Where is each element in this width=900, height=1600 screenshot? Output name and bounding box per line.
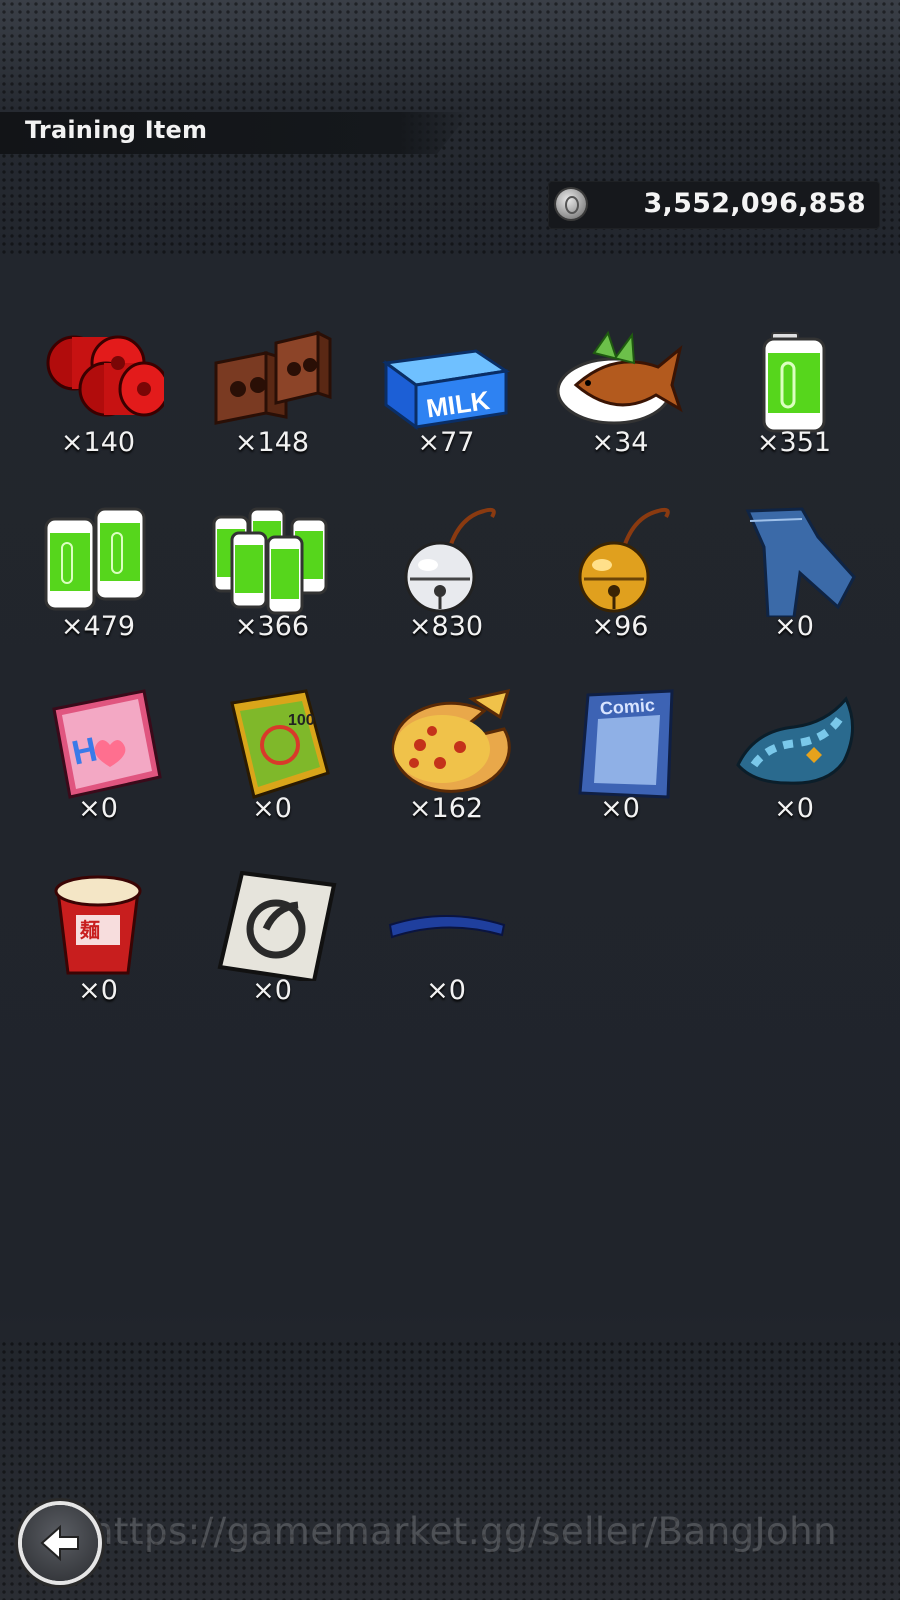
bottom-pattern (0, 1340, 900, 1600)
blue-headband-icon (388, 915, 506, 939)
gold-bell-icon (578, 507, 670, 613)
item-count: ×0 (774, 793, 814, 824)
svg-text:麺: 麺 (79, 918, 100, 942)
item-grilled-fish[interactable]: ×34 (540, 313, 700, 473)
back-button[interactable] (22, 1505, 98, 1581)
milk-carton-icon: MILK (382, 349, 511, 430)
item-count: ×0 (78, 975, 118, 1006)
watermark: https://gamemarket.gg/seller/BangJohn (90, 1510, 838, 1553)
item-count: ×96 (591, 611, 649, 642)
item-count: ×0 (252, 793, 292, 824)
zeni-coin-icon (556, 189, 586, 219)
item-count: ×0 (774, 611, 814, 642)
item-count: ×148 (234, 427, 310, 458)
svg-text:Comic: Comic (599, 695, 655, 719)
symbol-card-icon (217, 871, 337, 981)
item-count: ×366 (234, 611, 310, 642)
zeni-balance: 3,552,096,858 (548, 181, 880, 229)
item-count: ×0 (252, 975, 292, 1006)
item-battery-pack[interactable]: ×366 (192, 497, 352, 657)
pink-book-icon: H (52, 689, 162, 799)
item-silver-bell[interactable]: ×830 (366, 497, 526, 657)
silver-bell-icon (404, 507, 496, 613)
item-count: ×77 (417, 427, 475, 458)
battery-pair-icon (44, 507, 146, 611)
battery-pack-icon (212, 507, 328, 615)
manga-book-icon: 100 (230, 689, 330, 799)
item-jeans[interactable]: ×0 (714, 497, 874, 657)
svg-text:100: 100 (288, 712, 315, 729)
item-pink-book[interactable]: H ×0 (18, 679, 178, 839)
item-blue-headband[interactable]: ×0 (366, 861, 526, 1021)
pizza-icon (391, 689, 511, 793)
item-gold-bell[interactable]: ×96 (540, 497, 700, 657)
jeans-icon (745, 507, 856, 617)
item-pizza[interactable]: ×162 (366, 679, 526, 839)
back-arrow-icon (40, 1524, 79, 1562)
shoe-insole-icon (736, 696, 855, 785)
item-battery-pair[interactable]: ×479 (18, 497, 178, 657)
item-shoe-insole[interactable]: ×0 (714, 679, 874, 839)
item-count: ×0 (426, 975, 466, 1006)
item-count: ×0 (78, 793, 118, 824)
item-cup-noodle[interactable]: 麺 ×0 (18, 861, 178, 1021)
grilled-fish-icon (556, 330, 683, 425)
item-count: ×830 (408, 611, 484, 642)
item-brick-weights[interactable]: ×148 (192, 313, 352, 473)
brick-weights-icon (214, 330, 332, 425)
red-weights-icon (46, 335, 164, 417)
item-count: ×479 (60, 611, 136, 642)
cup-noodle-icon: 麺 (54, 875, 142, 975)
item-count: ×162 (408, 793, 484, 824)
item-manga-book[interactable]: 100 ×0 (192, 679, 352, 839)
item-symbol-card[interactable]: ×0 (192, 861, 352, 1021)
item-milk[interactable]: MILK ×77 (366, 313, 526, 473)
item-battery[interactable]: ×351 (714, 313, 874, 473)
item-count: ×351 (756, 427, 832, 458)
comic-magazine-icon: Comic (578, 689, 674, 799)
item-comic-magazine[interactable]: Comic ×0 (540, 679, 700, 839)
item-count: ×140 (60, 427, 136, 458)
item-count: ×0 (600, 793, 640, 824)
item-count: ×34 (591, 427, 649, 458)
page-title: Training Item (25, 116, 208, 144)
battery-icon (762, 332, 826, 433)
item-red-weights[interactable]: ×140 (18, 313, 178, 473)
zeni-amount: 3,552,096,858 (643, 188, 866, 219)
